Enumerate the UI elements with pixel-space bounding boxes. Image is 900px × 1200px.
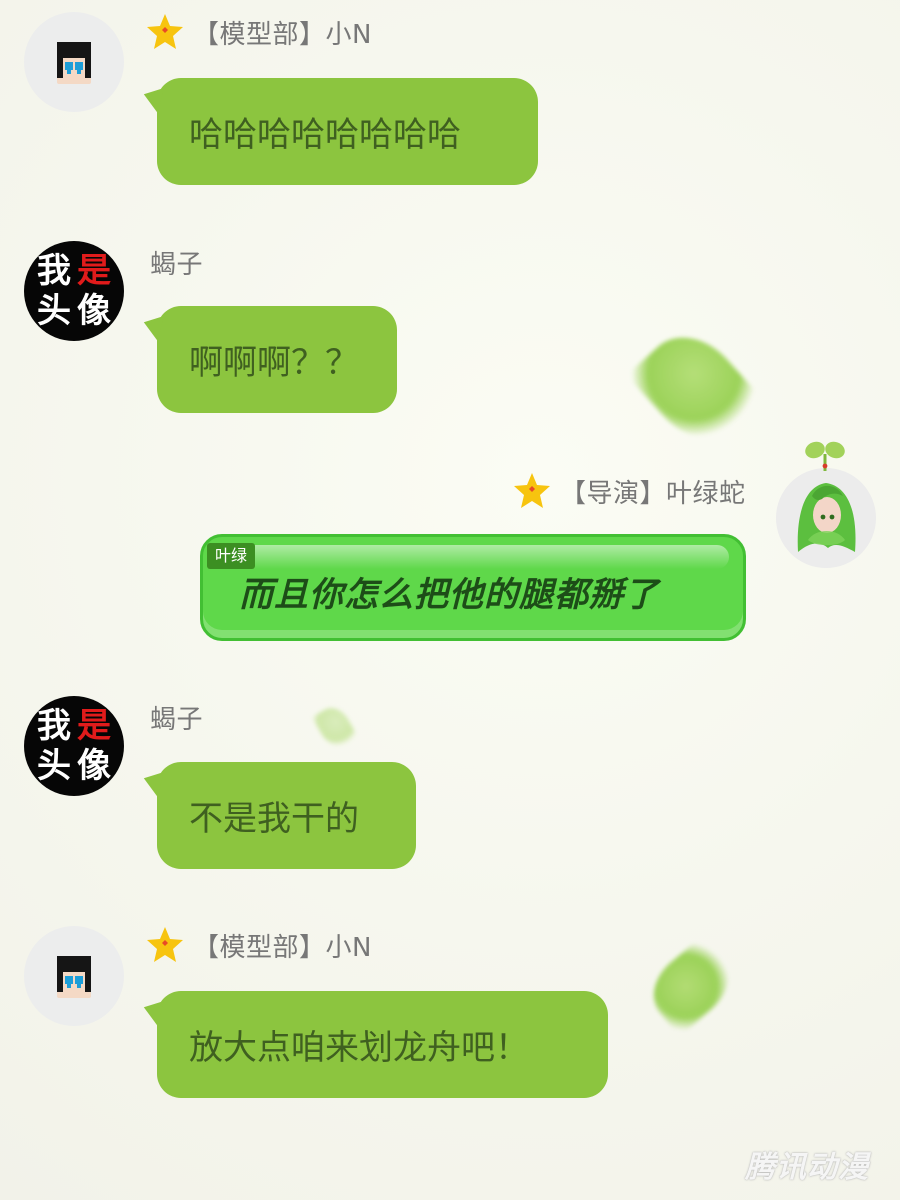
message-bubble[interactable]: 不是我干的 <box>140 762 416 869</box>
sender-name-line: 【模型部】小N <box>145 925 372 965</box>
text-avatar-icon: 我 是 头 像 <box>37 706 111 786</box>
text-avatar-icon: 我 是 头 像 <box>37 251 111 331</box>
avatar-ye-lu-she[interactable] <box>776 468 876 568</box>
sender-name-line: 【导演】叶绿蛇 <box>512 471 746 511</box>
message-text: 啊啊啊？？ <box>189 343 359 383</box>
decorative-leaf <box>639 935 743 1037</box>
star-icon <box>514 473 550 508</box>
decorative-leaf <box>312 702 358 752</box>
message-text: 哈哈哈哈哈哈哈哈 <box>189 115 461 155</box>
sender-name: 【模型部】小N <box>193 19 372 50</box>
decorative-leaf <box>626 318 764 457</box>
sender-name-line: 【模型部】小N <box>145 12 372 52</box>
sender-name: 【导演】叶绿蛇 <box>560 478 746 509</box>
special-message-bubble[interactable]: 叶绿 而且你怎么把他的腿都掰了 <box>200 534 746 641</box>
sender-name-line: 蝎子 <box>150 697 203 737</box>
sender-name: 蝎子 <box>150 249 204 280</box>
avatar-scorpion[interactable]: 我 是 头 像 <box>24 696 124 796</box>
watermark-logo: 腾讯动漫 <box>745 1150 869 1185</box>
bubble-tag: 叶绿 <box>207 543 255 569</box>
sender-name-line: 蝎子 <box>150 242 203 282</box>
star-icon <box>147 14 183 49</box>
pixel-face-avatar-icon <box>57 956 91 998</box>
message-text: 而且你怎么把他的腿都掰了 <box>239 575 659 615</box>
avatar-scorpion[interactable]: 我 是 头 像 <box>24 241 124 341</box>
sprout-icon <box>805 441 845 471</box>
sprout-avatar-icon <box>776 468 876 568</box>
pixel-face-avatar-icon <box>57 42 91 84</box>
message-text: 不是我干的 <box>189 799 359 839</box>
message-bubble[interactable]: 放大点咱来划龙舟吧！ <box>140 991 608 1098</box>
sender-name: 【模型部】小N <box>193 932 372 963</box>
avatar-xiao-n[interactable] <box>24 926 124 1026</box>
message-bubble[interactable]: 啊啊啊？？ <box>140 306 397 413</box>
sender-name: 蝎子 <box>150 704 204 735</box>
star-icon <box>147 927 183 962</box>
message-bubble[interactable]: 哈哈哈哈哈哈哈哈 <box>140 78 538 185</box>
message-text: 放大点咱来划龙舟吧！ <box>189 1028 529 1068</box>
avatar-xiao-n[interactable] <box>24 12 124 112</box>
